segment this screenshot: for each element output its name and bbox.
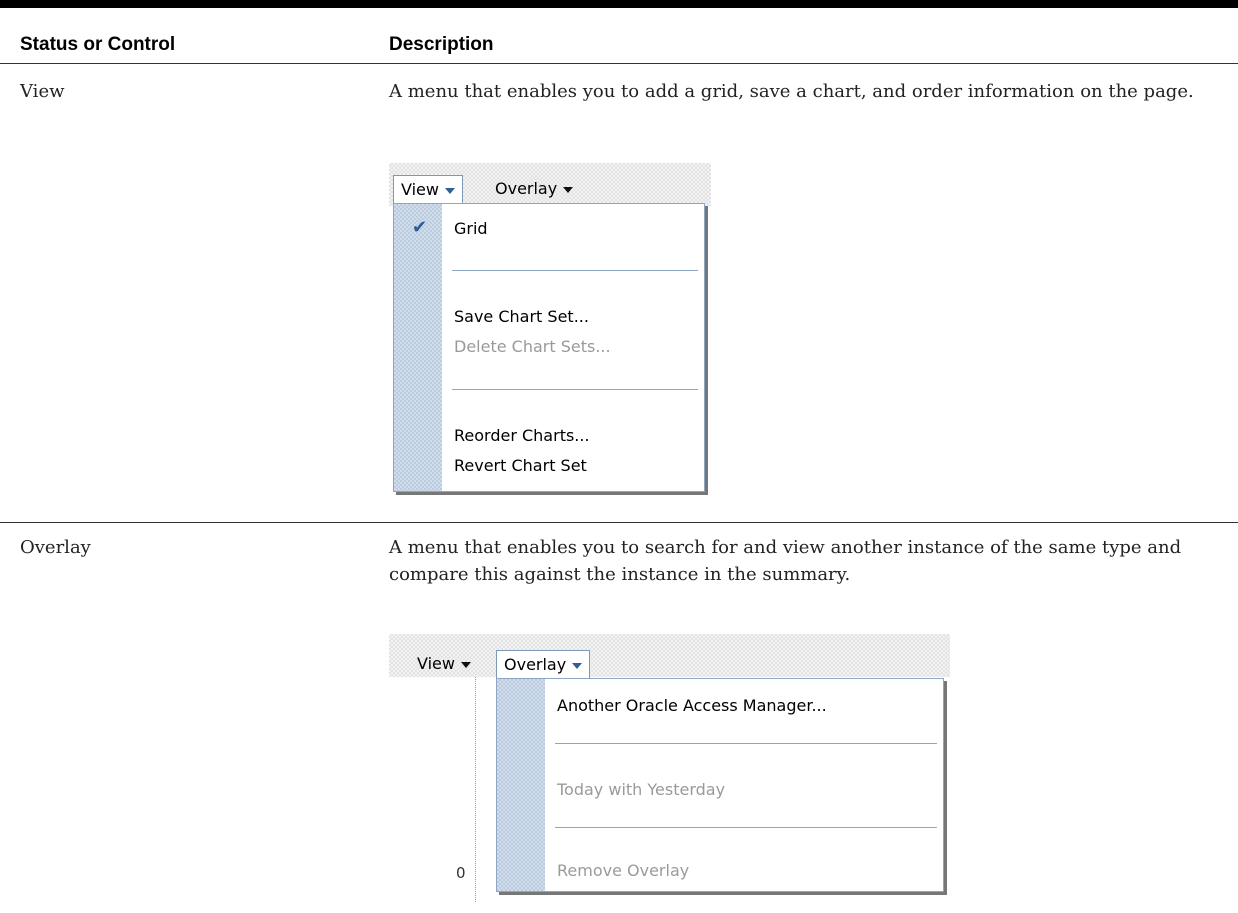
view-dropdown-menu: ✔ Grid Save Chart Set... Delete Chart Se… — [393, 203, 705, 492]
row-control-view: View — [20, 81, 65, 102]
header-rule — [0, 63, 1238, 64]
menu-separator — [452, 389, 698, 390]
view-menu-button[interactable]: View — [410, 650, 478, 678]
view-menu-label: View — [417, 654, 455, 673]
check-icon: ✔ — [412, 217, 428, 238]
row-rule — [0, 522, 1238, 523]
chart-axis-line — [475, 677, 477, 902]
caret-down-icon — [460, 661, 471, 668]
row-control-overlay: Overlay — [20, 537, 91, 558]
header-description: Description — [389, 34, 494, 55]
caret-down-icon — [572, 662, 583, 669]
menu-item-today-with-yesterday: Today with Yesterday — [557, 780, 726, 799]
view-menu-button[interactable]: View — [393, 175, 463, 203]
view-menu-label: View — [401, 180, 439, 199]
menu-item-delete-chart-sets: Delete Chart Sets... — [454, 337, 611, 356]
menu-separator — [452, 270, 698, 271]
menu-separator — [555, 827, 937, 828]
overlay-menu-button[interactable]: Overlay — [488, 175, 580, 203]
menu-item-another-oracle-access-manager[interactable]: Another Oracle Access Manager... — [557, 696, 827, 715]
menu-icon-gutter — [394, 204, 442, 491]
menu-item-revert-chart-set[interactable]: Revert Chart Set — [454, 456, 587, 475]
menu-separator — [555, 743, 937, 744]
menu-item-remove-overlay: Remove Overlay — [557, 861, 690, 880]
overlay-dropdown-menu: Another Oracle Access Manager... Today w… — [496, 678, 944, 892]
row-description-overlay: A menu that enables you to search for an… — [389, 537, 1182, 585]
row-description-view: A menu that enables you to add a grid, s… — [389, 81, 1194, 102]
overlay-menu-label: Overlay — [495, 179, 558, 198]
caret-down-icon — [444, 187, 455, 194]
overlay-menu-button[interactable]: Overlay — [496, 650, 591, 678]
menu-icon-gutter — [497, 679, 545, 891]
axis-zero-label: 0 — [456, 864, 466, 882]
overlay-menu-label: Overlay — [504, 655, 567, 674]
header-status-or-control: Status or Control — [20, 34, 176, 55]
top-rule — [0, 0, 1238, 8]
menu-item-grid[interactable]: Grid — [454, 219, 488, 238]
menu-item-save-chart-set[interactable]: Save Chart Set... — [454, 307, 589, 326]
menu-item-reorder-charts[interactable]: Reorder Charts... — [454, 426, 590, 445]
caret-down-icon — [563, 186, 574, 193]
